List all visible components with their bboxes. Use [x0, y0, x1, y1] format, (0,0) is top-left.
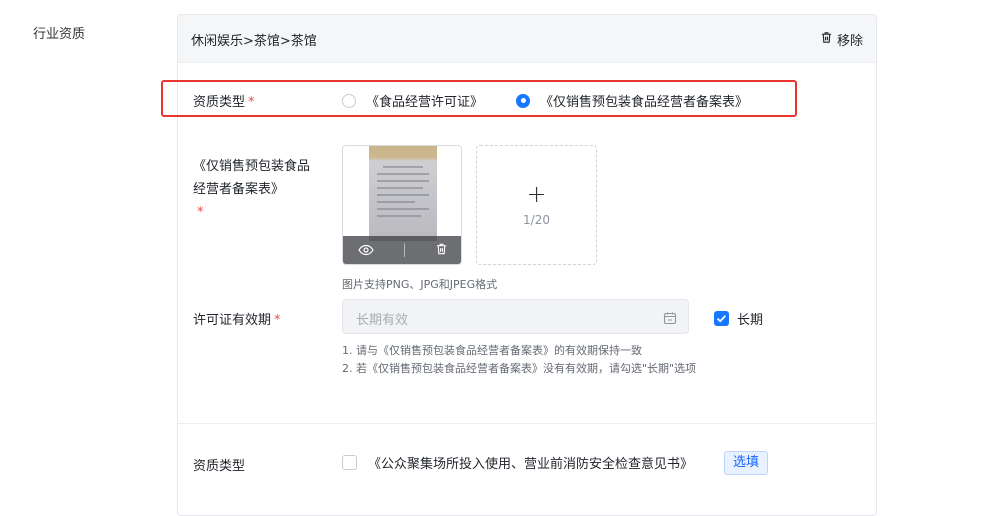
uploaded-image-thumbnail[interactable]: [342, 145, 462, 265]
section-label: 行业资质: [33, 27, 86, 42]
upload-add-button[interactable]: + 1/20: [476, 145, 597, 265]
section-divider: [178, 423, 875, 424]
plus-icon: +: [526, 180, 547, 208]
radio-prepackaged-food-filing[interactable]: 《仅销售预包装食品经营者备案表》: [516, 91, 748, 110]
calendar-icon: [663, 310, 677, 329]
qualification-type-label: 资质类型 *: [193, 95, 255, 110]
remove-button[interactable]: 移除: [820, 30, 863, 49]
category-breadcrumb: 休闲娱乐>茶馆>茶馆: [191, 34, 317, 49]
document-text-lines: [377, 166, 429, 222]
radio-circle-selected: [516, 93, 530, 108]
checkbox-unchecked: [342, 455, 357, 470]
eye-icon[interactable]: [358, 241, 374, 260]
required-mark: *: [197, 205, 204, 220]
fire-safety-label: 《公众聚集场所投入使用、营业前消防安全检查意见书》: [368, 457, 694, 472]
trash-icon: [820, 31, 833, 48]
radio-label: 《仅销售预包装食品经营者备案表》: [540, 95, 749, 110]
validity-label: 许可证有效期 *: [193, 313, 281, 328]
checkbox-checked: [714, 311, 729, 326]
optional-tag: 选填: [724, 451, 769, 475]
upload-count: 1/20: [523, 213, 550, 227]
optional-qualification-label: 资质类型: [193, 459, 246, 474]
validity-date-picker[interactable]: 长期有效: [342, 299, 689, 334]
radio-label: 《食品经营许可证》: [366, 95, 484, 110]
fire-safety-checkbox[interactable]: 《公众聚集场所投入使用、营业前消防安全检查意见书》: [342, 453, 693, 472]
remove-label: 移除: [836, 34, 863, 49]
validity-hint-1: 1. 请与《仅销售预包装食品经营者备案表》的有效期保持一致: [342, 344, 642, 357]
required-mark: *: [248, 95, 255, 110]
radio-circle: [342, 93, 356, 108]
date-placeholder: 长期有效: [356, 313, 409, 328]
radio-food-business-license[interactable]: 《食品经营许可证》: [342, 91, 483, 110]
required-mark: *: [274, 313, 281, 328]
trash-icon[interactable]: [435, 241, 448, 260]
long-term-checkbox[interactable]: 长期: [714, 309, 763, 328]
validity-hint-2: 2. 若《仅销售预包装食品经营者备案表》没有有效期，请勾选"长期"选项: [342, 362, 697, 375]
long-term-label: 长期: [737, 313, 764, 328]
card-header: 休闲娱乐>茶馆>茶馆 移除: [178, 15, 876, 63]
thumbnail-actions: [343, 236, 461, 264]
checkmark-icon: [716, 315, 727, 323]
divider: [404, 243, 405, 257]
format-hint: 图片支持PNG、JPG和JPEG格式: [342, 278, 498, 291]
upload-label: 《仅销售预包装食品 经营者备案表》 *: [193, 155, 310, 224]
